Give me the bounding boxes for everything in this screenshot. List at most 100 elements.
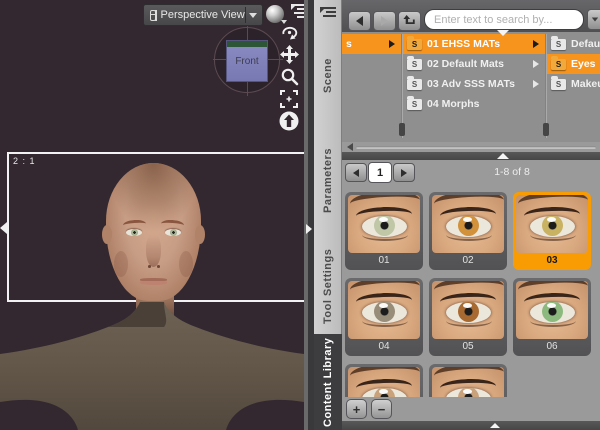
figure-head[interactable]	[102, 163, 205, 301]
material-thumbnail[interactable]: 08	[429, 364, 507, 397]
side-tab-label: Content Library	[322, 337, 334, 427]
folder-icon	[551, 35, 566, 50]
view-cube[interactable]: Front	[213, 26, 283, 96]
zoom-tool-icon[interactable]	[278, 66, 300, 87]
material-thumbnail[interactable]: 02	[429, 192, 507, 270]
folder-item[interactable]: Makeup	[547, 74, 600, 94]
side-tab[interactable]: Scene	[314, 40, 342, 112]
material-thumbnail[interactable]: 05	[429, 278, 507, 356]
thumbnail-label: 04	[378, 340, 390, 352]
material-thumbnail[interactable]: 04	[345, 278, 423, 356]
folder-item[interactable]: 01 EHSS MATs	[403, 34, 545, 54]
previous-page-button[interactable]	[345, 163, 367, 182]
side-tab[interactable]: Parameters	[314, 128, 342, 234]
toolbar-splitter-handle-icon[interactable]	[497, 30, 509, 36]
folder-item[interactable]: 03 Adv SSS MATs	[403, 74, 545, 94]
side-tab-label: Parameters	[322, 148, 334, 214]
next-page-button[interactable]	[393, 163, 415, 182]
chevron-down-icon	[249, 12, 257, 18]
splitter-collapse-icon[interactable]	[306, 224, 312, 234]
thumbnail-label: 06	[546, 340, 558, 352]
aspect-ratio-label: 2 : 1	[13, 156, 36, 166]
column-scrollbar-thumb[interactable]	[543, 123, 549, 136]
material-thumbnail[interactable]: 06	[513, 278, 591, 356]
figure-torso[interactable]	[0, 302, 304, 430]
folder-icon	[551, 75, 566, 90]
expand-arrow-icon	[389, 40, 395, 48]
expand-arrow-icon	[533, 60, 539, 68]
folder-item-label: 04 Morphs	[427, 98, 480, 110]
folder-item[interactable]: 02 Default Mats	[403, 54, 545, 74]
column-scrollbar-thumb[interactable]	[399, 123, 405, 136]
folder-item-label: 01 EHSS MATs	[427, 38, 501, 50]
pane-menu-icon[interactable]	[320, 7, 336, 20]
eye-preview-image	[516, 281, 588, 339]
folder-icon	[407, 55, 422, 70]
thumbnail-label: 03	[546, 254, 558, 266]
frame-tool-icon[interactable]	[278, 88, 300, 109]
thumbnail-label: 05	[462, 340, 474, 352]
figure-ear-right	[195, 225, 205, 244]
material-thumbnail[interactable]: 07	[345, 364, 423, 397]
scrollbar-track[interactable]	[356, 146, 596, 149]
folder-item[interactable]: Default	[547, 34, 600, 54]
eye-preview-image	[432, 281, 504, 339]
current-page-button[interactable]: 1	[368, 162, 392, 183]
material-thumbnail[interactable]: 01	[345, 192, 423, 270]
folder-column-3: Default Eyes Makeup	[547, 34, 600, 140]
splitter-handle-icon[interactable]	[497, 153, 509, 159]
viewport-options-icon[interactable]	[291, 4, 304, 18]
expand-arrow-icon	[533, 40, 539, 48]
side-tab[interactable]: Content Library	[314, 334, 342, 430]
browser-horizontal-scrollbar[interactable]	[342, 142, 600, 152]
eye-preview-image	[348, 195, 420, 253]
view-cube-label: Front	[235, 55, 259, 67]
search-input[interactable]	[424, 9, 584, 30]
scroll-left-icon[interactable]	[347, 143, 353, 151]
content-library-panel: s 01 EHSS MATs 02 Default Mats 03 Adv SS…	[342, 0, 600, 430]
folder-item[interactable]: 04 Morphs	[403, 94, 545, 114]
search-options-button[interactable]	[587, 9, 600, 30]
side-tab-label: Scene	[322, 58, 334, 94]
eye-preview-image	[432, 367, 504, 397]
expand-arrow-icon	[533, 80, 539, 88]
view-selector-label: Perspective View	[160, 9, 245, 21]
side-tab[interactable]: Tool Settings	[314, 238, 342, 334]
material-thumbnail[interactable]: 03	[513, 192, 591, 270]
bottom-splitter[interactable]	[342, 421, 600, 430]
thumbnail-grid: 01 02 03 04 05 06	[342, 184, 600, 397]
pagination-bar: 1 1-8 of 8	[342, 160, 600, 184]
figure-mouth	[140, 278, 167, 285]
increase-size-button[interactable]: +	[346, 399, 367, 419]
folder-item[interactable]: Eyes	[547, 54, 600, 74]
view-selector[interactable]: Perspective View	[143, 4, 263, 26]
figure-cheek-shadow-left	[114, 251, 128, 277]
figure-eye-right	[165, 229, 181, 236]
folder-icon	[551, 55, 566, 70]
pan-tool-icon[interactable]	[278, 44, 300, 65]
folder-item-label: s	[346, 38, 352, 50]
orbit-tool-icon[interactable]	[278, 22, 300, 43]
up-level-button[interactable]	[398, 11, 421, 31]
eye-preview-image	[348, 281, 420, 339]
view-cube-front-face[interactable]: Front	[226, 40, 268, 82]
side-tab-label: Tool Settings	[322, 248, 334, 324]
bottom-splitter-handle-icon[interactable]	[490, 423, 500, 428]
folder-column-browser: s 01 EHSS MATs 02 Default Mats 03 Adv SS…	[342, 32, 600, 142]
home-view-icon[interactable]	[278, 110, 300, 131]
folder-icon	[407, 75, 422, 90]
back-button[interactable]	[348, 11, 371, 31]
figure-eye-left	[126, 229, 142, 236]
folder-column-2: 01 EHSS MATs 02 Default Mats 03 Adv SSS …	[403, 34, 545, 140]
figure-nose	[146, 235, 161, 267]
viewport-layout-icon	[150, 9, 156, 21]
folder-item-label: 02 Default Mats	[427, 58, 505, 70]
viewport-3d[interactable]: Perspective View Front 2 : 1	[0, 0, 304, 430]
left-pane-collapse-icon[interactable]	[0, 222, 7, 234]
decrease-size-button[interactable]: −	[371, 399, 392, 419]
browser-results-splitter[interactable]	[342, 152, 600, 160]
viewport-splitter[interactable]	[304, 0, 314, 430]
folder-item-label: Default	[571, 38, 600, 50]
folder-item[interactable]: s	[342, 34, 401, 54]
forward-button[interactable]	[373, 11, 396, 31]
